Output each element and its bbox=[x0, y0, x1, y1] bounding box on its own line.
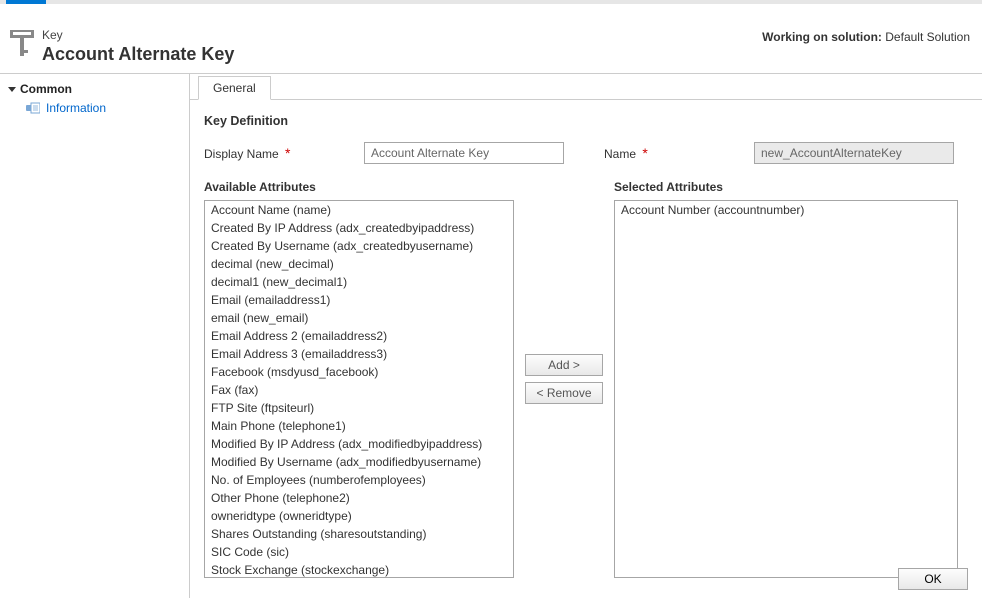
sidebar-section-common[interactable]: Common bbox=[0, 80, 189, 98]
list-item[interactable]: Modified By IP Address (adx_modifiedbyip… bbox=[205, 435, 513, 453]
panel-title: Key Definition bbox=[204, 114, 968, 128]
sidebar-item-information[interactable]: Information bbox=[0, 98, 189, 118]
name-label: Name bbox=[604, 147, 636, 161]
list-item[interactable]: FTP Site (ftpsiteurl) bbox=[205, 399, 513, 417]
sidebar-item-label: Information bbox=[46, 101, 106, 115]
key-icon bbox=[10, 30, 34, 60]
available-attributes-list[interactable]: Account Name (name)Created By IP Address… bbox=[204, 200, 514, 578]
tabstrip: General bbox=[190, 74, 982, 100]
selected-attributes-list[interactable]: Account Number (accountnumber) bbox=[614, 200, 958, 578]
sidebar: Common Information bbox=[0, 74, 190, 598]
list-item[interactable]: Email Address 2 (emailaddress2) bbox=[205, 327, 513, 345]
list-item[interactable]: Created By IP Address (adx_createdbyipad… bbox=[205, 219, 513, 237]
list-item[interactable]: Created By Username (adx_createdbyuserna… bbox=[205, 237, 513, 255]
header-bar: Key Account Alternate Key Working on sol… bbox=[0, 0, 982, 73]
list-item[interactable]: decimal1 (new_decimal1) bbox=[205, 273, 513, 291]
sidebar-section-label: Common bbox=[20, 82, 72, 96]
solution-label: Working on solution: bbox=[762, 30, 882, 44]
solution-name: Default Solution bbox=[885, 30, 970, 44]
ok-button[interactable]: OK bbox=[898, 568, 968, 590]
list-item[interactable]: Email (emailaddress1) bbox=[205, 291, 513, 309]
selected-attributes-label: Selected Attributes bbox=[614, 180, 958, 194]
add-button[interactable]: Add > bbox=[525, 354, 603, 376]
list-item[interactable]: Facebook (msdyusd_facebook) bbox=[205, 363, 513, 381]
list-item[interactable]: Shares Outstanding (sharesoutstanding) bbox=[205, 525, 513, 543]
list-item[interactable]: decimal (new_decimal) bbox=[205, 255, 513, 273]
list-item[interactable]: Fax (fax) bbox=[205, 381, 513, 399]
entity-type-label: Key bbox=[42, 28, 234, 42]
name-input bbox=[754, 142, 954, 164]
tab-general[interactable]: General bbox=[198, 76, 271, 100]
display-name-input[interactable] bbox=[364, 142, 564, 164]
list-item[interactable]: owneridtype (owneridtype) bbox=[205, 507, 513, 525]
list-item[interactable]: Email Address 3 (emailaddress3) bbox=[205, 345, 513, 363]
list-item[interactable]: email (new_email) bbox=[205, 309, 513, 327]
solution-context: Working on solution: Default Solution bbox=[762, 30, 970, 44]
caret-down-icon bbox=[8, 87, 16, 92]
list-item[interactable]: Main Phone (telephone1) bbox=[205, 417, 513, 435]
list-item[interactable]: Account Number (accountnumber) bbox=[615, 201, 957, 219]
list-item[interactable]: Modified By Username (adx_modifiedbyuser… bbox=[205, 453, 513, 471]
available-attributes-label: Available Attributes bbox=[204, 180, 514, 194]
information-icon bbox=[26, 102, 40, 114]
list-item[interactable]: Stock Exchange (stockexchange) bbox=[205, 561, 513, 578]
list-item[interactable]: No. of Employees (numberofemployees) bbox=[205, 471, 513, 489]
page-title: Account Alternate Key bbox=[42, 44, 234, 65]
required-indicator: * bbox=[642, 145, 647, 161]
required-indicator: * bbox=[285, 145, 290, 161]
list-item[interactable]: SIC Code (sic) bbox=[205, 543, 513, 561]
remove-button[interactable]: < Remove bbox=[525, 382, 603, 404]
list-item[interactable]: Account Name (name) bbox=[205, 201, 513, 219]
list-item[interactable]: Other Phone (telephone2) bbox=[205, 489, 513, 507]
display-name-label: Display Name bbox=[204, 147, 279, 161]
